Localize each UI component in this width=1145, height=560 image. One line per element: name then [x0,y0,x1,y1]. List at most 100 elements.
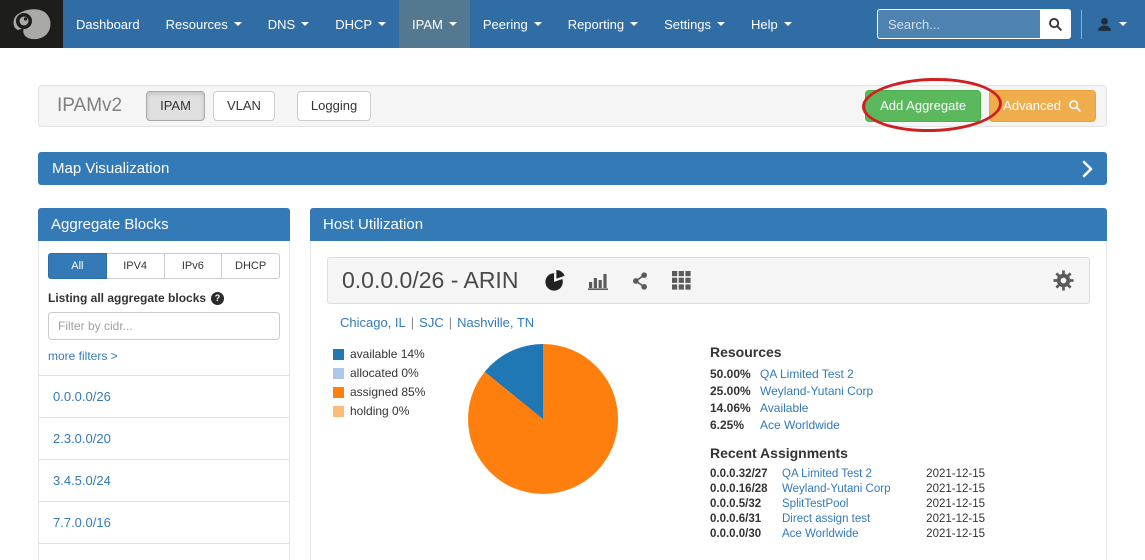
nav-ipam[interactable]: IPAM [399,0,470,48]
pie-legend: available 14% allocated 0% assigned 85% … [333,344,468,423]
tab-vlan[interactable]: VLAN [213,91,275,121]
nav-dhcp[interactable]: DHCP [322,0,399,48]
assignment-date: 2021-12-15 [915,528,985,540]
resource-pct: 50.00% [710,367,760,381]
map-visualization-bar[interactable]: Map Visualization [38,152,1107,185]
recent-assignments-heading: Recent Assignments [710,445,985,461]
resource-row: 50.00%QA Limited Test 2 [710,367,985,381]
legend-swatch-allocated [333,368,344,379]
legend-swatch-assigned [333,387,344,398]
grid-icon[interactable] [672,271,691,290]
aggregate-blocks-body: All IPV4 IPv6 DHCP Listing all aggregate… [38,241,290,560]
chevron-right-icon[interactable] [1082,160,1093,178]
legend-label: allocated 0% [350,366,419,380]
bar-chart-icon[interactable] [588,271,608,290]
tab-all[interactable]: All [48,253,107,279]
assignment-date: 2021-12-15 [915,483,985,495]
cidr-filter-input[interactable] [48,312,280,340]
assignment-link[interactable]: SplitTestPool [782,498,915,510]
resource-pct: 6.25% [710,418,760,432]
resources-heading: Resources [710,344,985,360]
chevron-down-icon [301,22,309,26]
toolbar-actions: Add Aggregate Advanced [865,90,1096,122]
tab-dhcp[interactable]: DHCP [222,253,280,279]
assignment-link[interactable]: Weyland-Yutani Corp [782,483,915,495]
assignment-date: 2021-12-15 [915,498,985,510]
user-menu[interactable] [1081,10,1135,39]
chevron-down-icon [1119,22,1127,26]
list-item-aggregate[interactable]: 0.0.0.0/26 [39,376,289,418]
list-item-aggregate[interactable]: 3.4.5.0/24 [39,460,289,502]
nav-item-label: Reporting [568,17,624,32]
tab-ipv4[interactable]: IPV4 [107,253,165,279]
resource-link[interactable]: Ace Worldwide [760,418,840,432]
app-logo[interactable] [0,0,63,48]
chevron-down-icon [717,22,725,26]
host-utilization-body: 0.0.0.0/26 - ARIN [310,241,1107,560]
tab-ipv6[interactable]: IPv6 [165,253,223,279]
breadcrumb-link[interactable]: Nashville, TN [457,315,534,330]
host-utilization-panel: Host Utilization 0.0.0.0/26 - ARIN [310,208,1107,560]
assignment-link[interactable]: Ace Worldwide [782,528,915,540]
legend-swatch-holding [333,406,344,417]
aggregate-filter-tabs: All IPV4 IPv6 DHCP [48,253,280,279]
top-navbar: Dashboard Resources DNS DHCP IPAM Peerin… [0,0,1145,48]
more-filters-link[interactable]: more filters > [48,349,118,363]
pie-chart-icon[interactable] [544,270,566,292]
nav-dashboard[interactable]: Dashboard [63,0,153,48]
assignment-cidr: 0.0.0.5/32 [710,498,782,510]
assignment-row: 0.0.0.16/28Weyland-Yutani Corp2021-12-15 [710,483,985,495]
nav-resources[interactable]: Resources [153,0,255,48]
main-menu: Dashboard Resources DNS DHCP IPAM Peerin… [63,0,805,48]
resource-row: 6.25%Ace Worldwide [710,418,985,432]
resource-link[interactable]: Available [760,401,808,415]
legend-label: available 14% [350,347,425,361]
list-item-aggregate[interactable]: 2.3.0.0/20 [39,418,289,460]
gear-icon[interactable] [1052,269,1075,292]
breadcrumb-link[interactable]: SJC [419,315,444,330]
legend-label: holding 0% [350,404,409,418]
chevron-down-icon [630,22,638,26]
list-item-aggregate[interactable]: 7.7.0.0/16 [39,502,289,544]
assignment-row: 0.0.0.32/27QA Limited Test 22021-12-15 [710,468,985,480]
user-icon [1096,16,1113,33]
nav-dns[interactable]: DNS [255,0,322,48]
search-icon [1048,17,1063,32]
search-input[interactable] [877,9,1040,39]
assignment-date: 2021-12-15 [915,468,985,480]
nav-item-label: Resources [166,17,228,32]
nav-peering[interactable]: Peering [470,0,555,48]
tab-ipam[interactable]: IPAM [146,91,205,121]
resource-pct: 25.00% [710,384,760,398]
list-item-aggregate[interactable] [39,544,289,560]
aggregate-blocks-header: Aggregate Blocks [38,208,290,241]
assignment-link[interactable]: Direct assign test [782,513,915,525]
legend-swatch-available [333,349,344,360]
resource-link[interactable]: Weyland-Yutani Corp [760,384,873,398]
aggregate-block-list: 0.0.0.0/26 2.3.0.0/20 3.4.5.0/24 7.7.0.0… [39,375,289,560]
advanced-search-button[interactable]: Advanced [989,90,1096,122]
assignment-cidr: 0.0.0.16/28 [710,483,782,495]
utilization-stats: Resources 50.00%QA Limited Test 2 25.00%… [710,344,985,543]
assignment-row: 0.0.0.6/31Direct assign test2021-12-15 [710,513,985,525]
page-content: IPAMv2 IPAM VLAN Logging Add Aggregate A… [0,85,1145,560]
nav-item-label: Peering [483,17,528,32]
assignment-link[interactable]: QA Limited Test 2 [782,468,915,480]
search-button[interactable] [1040,9,1071,39]
breadcrumb-link[interactable]: Chicago, IL [340,315,406,330]
help-icon[interactable] [211,292,224,305]
nav-help[interactable]: Help [738,0,805,48]
chevron-down-icon [234,22,242,26]
nav-item-label: Dashboard [76,17,140,32]
advanced-label: Advanced [1003,98,1061,114]
block-title: 0.0.0.0/26 - ARIN [342,267,518,294]
assignment-cidr: 0.0.0.32/27 [710,468,782,480]
chevron-down-icon [534,22,542,26]
share-icon[interactable] [630,271,650,291]
nav-settings[interactable]: Settings [651,0,738,48]
host-utilization-header: Host Utilization [310,208,1107,241]
resource-link[interactable]: QA Limited Test 2 [760,367,854,381]
add-aggregate-button[interactable]: Add Aggregate [865,90,981,122]
tab-logging[interactable]: Logging [297,91,371,121]
nav-reporting[interactable]: Reporting [555,0,651,48]
